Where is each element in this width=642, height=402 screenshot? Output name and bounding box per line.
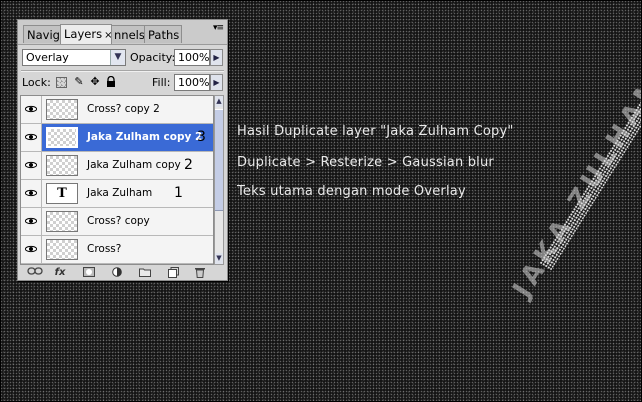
layer-marker: 3 (197, 129, 206, 145)
layer-thumbnail (46, 211, 78, 232)
layer-row-jaka-zulham-copy-2[interactable]: Jaka Zulham copy 2 3 (21, 124, 213, 152)
tab-paths[interactable]: Paths (144, 25, 182, 43)
tab-layers[interactable]: Layers × (60, 24, 112, 44)
divider (21, 70, 224, 72)
adjustment-icon[interactable] (110, 267, 124, 279)
opacity-label: Opacity: (130, 51, 176, 64)
visibility-eye-icon[interactable] (21, 236, 42, 263)
layer-thumbnail (46, 155, 78, 176)
opacity-input[interactable]: 100% (174, 49, 210, 66)
chevron-down-icon[interactable]: ▼ (110, 50, 125, 65)
layer-name: Cross? copy (87, 215, 150, 227)
annotation-blur-steps: Duplicate > Resterize > Gaussian blur (237, 155, 494, 170)
scroll-up-icon[interactable]: ▲ (215, 96, 223, 107)
layer-name: Jaka Zulham (87, 187, 153, 199)
lock-move-icon[interactable]: ✥ (89, 76, 101, 88)
fill-arrow-icon[interactable]: ▶ (210, 74, 223, 91)
fill-label: Fill: (152, 76, 171, 89)
layer-marker: 1 (174, 185, 183, 201)
layer-name: Jaka Zulham copy (87, 159, 181, 171)
text-layer-icon: T (46, 183, 78, 204)
fill-input[interactable]: 100% (174, 74, 210, 91)
lock-brush-icon[interactable]: ✎ (73, 76, 85, 88)
layer-thumbnail (46, 239, 78, 260)
layer-name: Cross? copy 2 (87, 103, 160, 115)
mask-icon[interactable] (82, 267, 96, 279)
watermark-text: JAKA ZULHAM (507, 67, 642, 303)
layers-panel: Navig nnels Paths Layers × ▾≡ Overlay ▼ O… (17, 19, 228, 281)
panel-tab-bar: Navig nnels Paths Layers × ▾≡ (18, 20, 227, 45)
layer-thumbnail (46, 127, 78, 148)
layer-row-jaka-zulham[interactable]: T Jaka Zulham 1 (21, 180, 213, 208)
annotation-duplicate-result: Hasil Duplicate layer "Jaka Zulham Copy" (237, 124, 514, 139)
trash-icon[interactable] (193, 267, 207, 279)
link-icon[interactable] (26, 267, 44, 279)
annotation-overlay-text: Teks utama dengan mode Overlay (237, 184, 466, 199)
layer-marker: 2 (184, 157, 193, 173)
visibility-eye-icon[interactable] (21, 152, 42, 179)
layer-name: Cross? (87, 243, 122, 255)
new-layer-icon[interactable] (166, 267, 180, 279)
blend-mode-value: Overlay (26, 51, 69, 64)
layer-row-cross[interactable]: Cross? (21, 236, 213, 264)
lock-all-icon[interactable] (105, 75, 117, 88)
panel-bottom-toolbar: fx (20, 267, 225, 279)
scroll-down-icon[interactable]: ▼ (215, 253, 223, 264)
layer-row-jaka-zulham-copy[interactable]: Jaka Zulham copy 2 (21, 152, 213, 180)
scrollbar-thumb[interactable] (215, 109, 223, 211)
opacity-arrow-icon[interactable]: ▶ (210, 49, 223, 66)
tab-channels[interactable]: nnels (110, 25, 146, 43)
tab-navigator[interactable]: Navig (23, 25, 63, 43)
layer-name: Jaka Zulham copy 2 (87, 131, 203, 143)
watermark-text-wrapper: JAKA ZULHAM (507, 68, 642, 303)
layers-list: Cross? copy 2 Jaka Zulham copy 2 3 Jaka … (20, 95, 214, 265)
visibility-eye-icon[interactable] (21, 124, 42, 151)
layer-row-cross-copy[interactable]: Cross? copy (21, 208, 213, 236)
lock-label: Lock: (22, 76, 51, 89)
visibility-eye-icon[interactable] (21, 96, 42, 123)
close-icon[interactable]: × (104, 30, 111, 41)
folder-icon[interactable] (138, 267, 152, 279)
fx-icon[interactable]: fx (52, 267, 68, 279)
blend-mode-select[interactable]: Overlay ▼ (22, 49, 126, 66)
panel-menu-icon[interactable]: ▾≡ (213, 23, 224, 33)
visibility-eye-icon[interactable] (21, 208, 42, 235)
layer-row-cross-copy-2[interactable]: Cross? copy 2 (21, 96, 213, 124)
tab-navigator-label: Navig (27, 28, 60, 42)
lock-transparency-icon[interactable] (56, 77, 67, 88)
layer-thumbnail (46, 99, 78, 120)
tab-layers-label: Layers (64, 27, 103, 41)
tab-channels-label: nnels (114, 28, 145, 42)
layers-scrollbar[interactable]: ▲ ▼ (214, 95, 224, 265)
tab-paths-label: Paths (148, 28, 180, 42)
visibility-eye-icon[interactable] (21, 180, 42, 207)
